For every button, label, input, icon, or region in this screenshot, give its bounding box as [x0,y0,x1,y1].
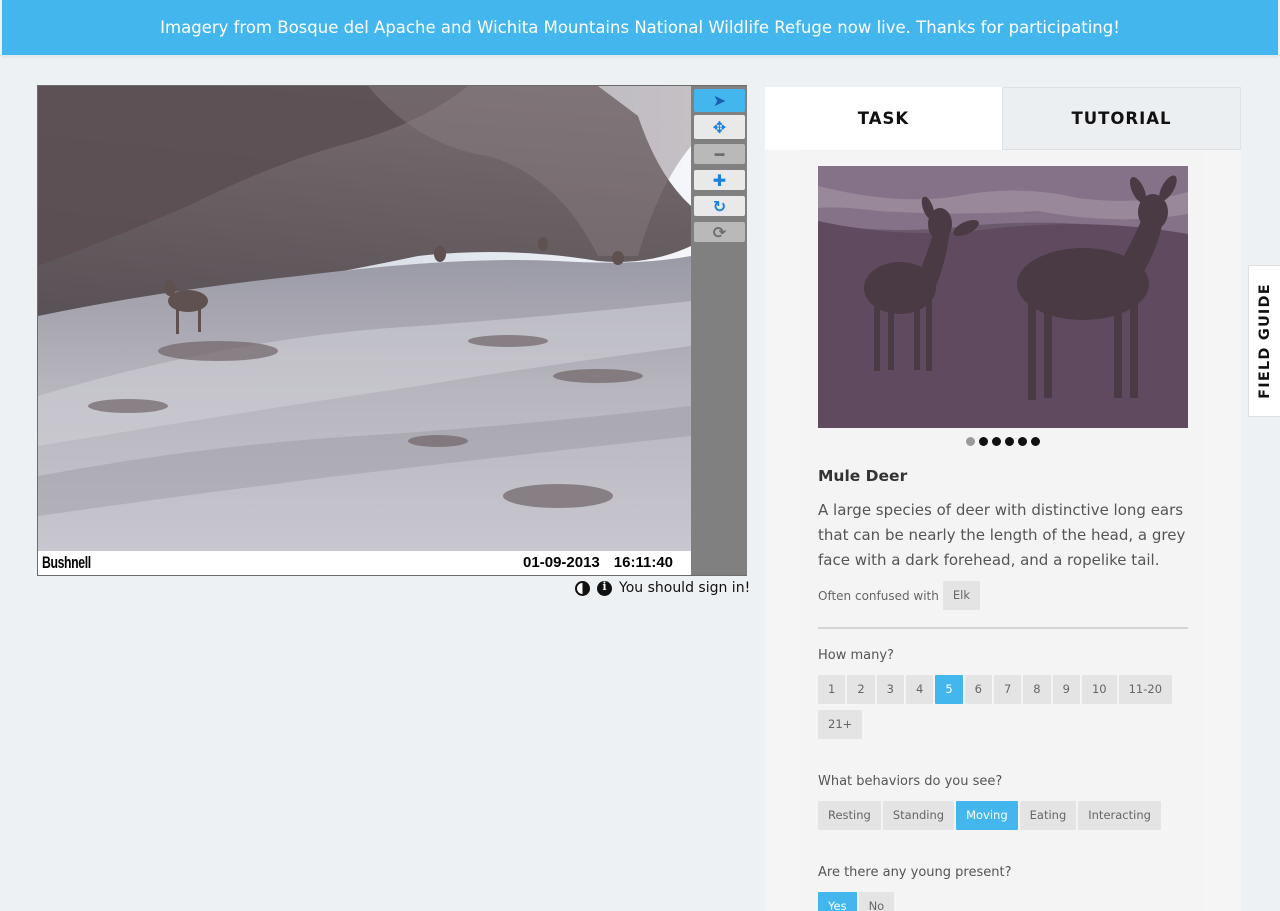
confused-with-elk[interactable]: Elk [942,581,980,610]
field-guide-tab[interactable]: FIELD GUIDE [1248,265,1280,417]
contrast-icon[interactable] [575,580,590,596]
young-option-yes[interactable]: Yes [818,892,857,911]
count-option-6[interactable]: 6 [964,675,992,704]
count-option-5[interactable]: 5 [935,675,963,704]
reset-button[interactable]: ⟳ [694,222,745,242]
carousel-dot[interactable] [992,437,1001,446]
carousel-dot[interactable] [979,437,988,446]
select-tool-button[interactable]: ➤ [694,89,745,112]
count-option-8[interactable]: 8 [1023,675,1051,704]
question-behaviors: What behaviors do you see? [818,774,1003,789]
count-option-3[interactable]: 3 [876,675,904,704]
species-name: Mule Deer [818,467,908,485]
zoom-out-button[interactable]: ━ [694,144,745,164]
panel-tabs: TASK TUTORIAL [765,87,1241,150]
info-icon[interactable] [597,580,612,596]
rotate-button[interactable]: ↻ [694,196,745,216]
count-option-7[interactable]: 7 [993,675,1022,704]
question-how-many: How many? [818,648,894,663]
carousel-dot[interactable] [1018,437,1027,446]
select-icon: ➤ [712,91,727,110]
camera-brand-label: Bushnell [42,553,91,572]
zoom-in-icon: ✚ [712,170,727,190]
species-card: Mule Deer A large species of deer with d… [801,150,1205,911]
young-options: Yes No [818,892,1188,911]
image-footer: Bushnell 01-09-2013 16:11:40 [38,551,691,575]
tab-task[interactable]: TASK [765,87,1002,150]
behavior-option-interacting[interactable]: Interacting [1078,801,1161,830]
behavior-option-eating[interactable]: Eating [1019,801,1077,830]
count-option-9[interactable]: 9 [1052,675,1080,704]
field-guide-label: FIELD GUIDE [1256,283,1273,399]
viewer-meta: You should sign in! [575,580,750,596]
count-option-4[interactable]: 4 [905,675,934,704]
divider [818,627,1188,629]
carousel-dot[interactable] [966,437,975,446]
tab-tutorial[interactable]: TUTORIAL [1002,87,1241,150]
image-date: 01-09-2013 [523,554,600,571]
rotate-icon: ↻ [712,196,727,216]
behavior-option-resting[interactable]: Resting [818,801,881,830]
count-option-11-20[interactable]: 11-20 [1118,675,1173,704]
photo-carousel-dots [818,437,1188,446]
count-option-2[interactable]: 2 [847,675,875,704]
count-option-10[interactable]: 10 [1081,675,1117,704]
announcement-banner: Imagery from Bosque del Apache and Wichi… [2,0,1278,58]
young-option-no[interactable]: No [858,892,895,911]
camera-trap-image[interactable] [38,86,691,551]
behavior-option-standing[interactable]: Standing [882,801,955,830]
species-description: A large species of deer with distinctive… [818,501,1186,569]
question-young: Are there any young present? [818,865,1012,880]
move-icon: ✥ [712,117,727,137]
zoom-in-button[interactable]: ✚ [694,170,745,190]
behavior-option-moving[interactable]: Moving [956,801,1018,830]
image-timestamp: 01-09-2013 16:11:40 [523,554,673,571]
how-many-options: 1 2 3 4 5 6 7 8 9 10 11-20 21+ [818,675,1188,739]
carousel-dot[interactable] [1031,437,1040,446]
confused-with-label: Often confused with [818,588,939,603]
zoom-out-icon: ━ [714,144,725,164]
confused-with-row: Often confused with Elk [818,581,1188,610]
sign-in-prompt[interactable]: You should sign in! [619,580,750,596]
count-option-21-[interactable]: 21+ [818,710,863,739]
subject-viewer[interactable]: Bushnell 01-09-2013 16:11:40 ➤ ✥ ━ ✚ ↻ ⟳ [37,85,747,576]
count-option-1[interactable]: 1 [818,675,846,704]
carousel-dot[interactable] [1005,437,1014,446]
image-time: 16:11:40 [613,554,673,571]
classification-panel: TASK TUTORIAL Mule Deer A large species … [765,87,1241,911]
reset-icon: ⟳ [712,222,727,242]
behavior-options: Resting Standing Moving Eating Interacting [818,801,1188,830]
move-tool-button[interactable]: ✥ [694,115,745,139]
species-example-photo[interactable] [818,166,1188,428]
viewer-toolbar: ➤ ✥ ━ ✚ ↻ ⟳ [692,86,747,575]
